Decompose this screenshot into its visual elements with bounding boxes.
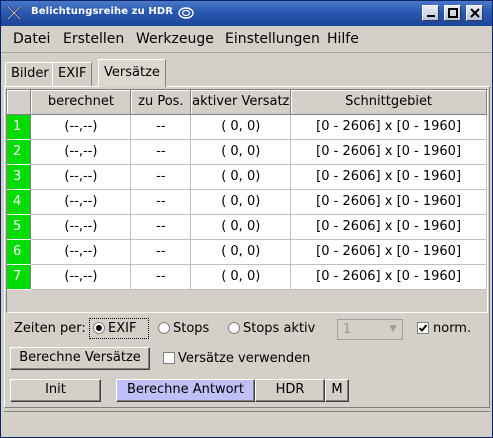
window-title: Belichtungsreihe zu HDR [31,6,174,17]
use-offsets-label[interactable]: Versätze verwenden [178,351,310,366]
app-icon[interactable] [6,5,22,21]
menu-hilfe[interactable]: Hilfe [327,31,359,47]
cell-schnittgebiet[interactable]: [0 - 2606] x [0 - 1960] [290,214,487,240]
cell-aktiver-versatz[interactable]: ( 0, 0) [190,139,292,165]
cell-aktiver-versatz[interactable]: ( 0, 0) [190,239,292,265]
norm-checkbox[interactable] [417,322,429,334]
cell-berechnet[interactable]: (--,--) [30,189,132,215]
close-button[interactable] [466,5,483,21]
table-header-row: berechnet zu Pos. aktiver Versatz Schnit… [7,90,487,115]
status-bar [4,411,490,435]
init-button[interactable]: Init [10,379,101,402]
cell-zu-pos[interactable]: -- [130,239,192,265]
maximize-icon [448,8,458,18]
hdr-button[interactable]: HDR [255,379,325,402]
title-bar[interactable]: Belichtungsreihe zu HDR [1,1,492,26]
table-row[interactable]: 2 (--,--) -- ( 0, 0) [0 - 2606] x [0 - 1… [7,139,487,165]
radio-exif-label[interactable]: EXIF [108,321,136,336]
radio-stops[interactable] [158,322,170,334]
menu-datei[interactable]: Datei [13,31,50,47]
compute-offsets-button[interactable]: Berechne Versätze [10,347,150,370]
minimize-icon [427,15,435,17]
table-row[interactable]: 1 (--,--) -- ( 0, 0) [0 - 2606] x [0 - 1… [7,114,487,140]
cell-aktiver-versatz[interactable]: ( 0, 0) [190,114,292,140]
cell-aktiver-versatz[interactable]: ( 0, 0) [190,164,292,190]
row-number[interactable]: 4 [7,189,32,215]
header-corner[interactable] [7,90,32,115]
main-window: Belichtungsreihe zu HDR Datei Erstellen … [0,0,493,438]
cell-zu-pos[interactable]: -- [130,189,192,215]
cell-zu-pos[interactable]: -- [130,264,192,290]
row-number[interactable]: 1 [7,114,32,140]
cell-schnittgebiet[interactable]: [0 - 2606] x [0 - 1960] [290,139,487,165]
header-zu-pos[interactable]: zu Pos. [130,90,192,115]
table-row[interactable]: 7 (--,--) -- ( 0, 0) [0 - 2606] x [0 - 1… [7,264,487,290]
menu-werkzeuge[interactable]: Werkzeuge [136,31,214,47]
tab-bilder[interactable]: Bilder [5,62,55,86]
menu-einstellungen[interactable]: Einstellungen [225,31,320,47]
cell-berechnet[interactable]: (--,--) [30,239,132,265]
radio-selected-dot [96,325,102,331]
row-number[interactable]: 2 [7,139,32,165]
kde-swirl-icon [178,7,194,19]
cell-zu-pos[interactable]: -- [130,139,192,165]
cell-zu-pos[interactable]: -- [130,114,192,140]
cell-aktiver-versatz[interactable]: ( 0, 0) [190,189,292,215]
dropdown-arrow-icon[interactable]: ▼ [386,322,400,337]
cell-berechnet[interactable]: (--,--) [30,114,132,140]
row-number[interactable]: 6 [7,239,32,265]
cell-zu-pos[interactable]: -- [130,164,192,190]
stops-combobox[interactable]: 1 ▼ [337,319,403,340]
row-number[interactable]: 3 [7,164,32,190]
header-berechnet[interactable]: berechnet [30,90,132,115]
header-schnittgebiet[interactable]: Schnittgebiet [290,90,487,115]
cell-berechnet[interactable]: (--,--) [30,139,132,165]
cell-schnittgebiet[interactable]: [0 - 2606] x [0 - 1960] [290,164,487,190]
stops-combobox-value: 1 [343,322,352,337]
offsets-table[interactable]: berechnet zu Pos. aktiver Versatz Schnit… [6,89,488,313]
offsets-grid: berechnet zu Pos. aktiver Versatz Schnit… [7,90,487,290]
menu-bar: Datei Erstellen Werkzeuge Einstellungen … [2,27,491,53]
maximize-button[interactable] [444,5,461,21]
header-aktiver-versatz[interactable]: aktiver Versatz [190,90,292,115]
cell-aktiver-versatz[interactable]: ( 0, 0) [190,264,292,290]
menu-erstellen[interactable]: Erstellen [63,31,124,47]
checkmark-icon [418,324,428,332]
table-row[interactable]: 3 (--,--) -- ( 0, 0) [0 - 2606] x [0 - 1… [7,164,487,190]
cell-schnittgebiet[interactable]: [0 - 2606] x [0 - 1960] [290,239,487,265]
radio-exif[interactable] [93,322,105,334]
table-row[interactable]: 4 (--,--) -- ( 0, 0) [0 - 2606] x [0 - 1… [7,189,487,215]
cell-berechnet[interactable]: (--,--) [30,214,132,240]
tab-versaetze[interactable]: Versätze [98,59,166,87]
radio-stops-aktiv[interactable] [228,322,240,334]
cell-berechnet[interactable]: (--,--) [30,164,132,190]
cell-schnittgebiet[interactable]: [0 - 2606] x [0 - 1960] [290,189,487,215]
cell-zu-pos[interactable]: -- [130,214,192,240]
cell-schnittgebiet[interactable]: [0 - 2606] x [0 - 1960] [290,264,487,290]
norm-label[interactable]: norm. [433,321,471,336]
table-row[interactable]: 6 (--,--) -- ( 0, 0) [0 - 2606] x [0 - 1… [7,239,487,265]
cell-berechnet[interactable]: (--,--) [30,264,132,290]
use-offsets-checkbox[interactable] [163,352,175,364]
row-number[interactable]: 7 [7,264,32,290]
radio-stops-label[interactable]: Stops [173,321,209,336]
zeiten-label: Zeiten per: [14,321,86,336]
tab-exif[interactable]: EXIF [52,62,93,86]
row-number[interactable]: 5 [7,214,32,240]
compute-response-button[interactable]: Berechne Antwort [116,379,255,402]
cell-aktiver-versatz[interactable]: ( 0, 0) [190,214,292,240]
close-icon [470,8,480,18]
table-row[interactable]: 5 (--,--) -- ( 0, 0) [0 - 2606] x [0 - 1… [7,214,487,240]
minimize-button[interactable] [422,5,439,21]
cell-schnittgebiet[interactable]: [0 - 2606] x [0 - 1960] [290,114,487,140]
m-button[interactable]: M [325,379,349,402]
radio-stops-aktiv-label[interactable]: Stops aktiv [243,321,315,336]
